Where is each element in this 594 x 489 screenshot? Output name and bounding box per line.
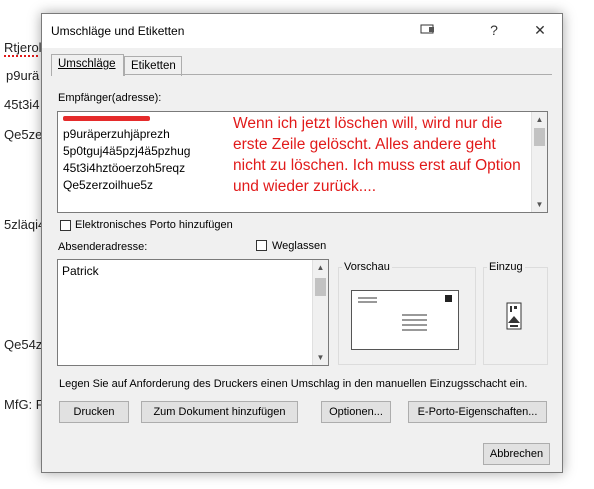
close-icon[interactable]: ✕ [531,22,549,40]
doc-line: 45t3i4 [4,97,40,112]
feed-group: Einzug [483,261,548,365]
options-button[interactable]: Optionen... [321,401,391,423]
preview-group: Vorschau [338,261,476,365]
recipient-line: p9uräperzuhjäprezh [63,127,170,141]
title-bar: Umschläge und Etiketten ? ✕ [42,14,562,48]
tab-labels[interactable]: Etiketten [124,56,182,76]
spellcheck-underline [4,55,38,57]
sender-scrollbar[interactable]: ▲ ▼ [312,260,328,365]
doc-line: 5zläqi4 [4,217,46,232]
recipient-line: 45t3i4hztöoerzoh5reqz [63,161,186,175]
cancel-button[interactable]: Abbrechen [483,443,550,465]
tab-labels-label: Etiketten [131,60,176,72]
scroll-up-icon[interactable]: ▲ [532,112,547,127]
doc-line: Qe5ze [4,127,43,142]
omit-checkbox[interactable] [256,240,267,251]
feed-icon[interactable] [503,302,527,336]
doc-line: Rtjerol [4,40,42,55]
recipient-address-field[interactable]: p9uräperzuhjäprezh 5p0tguj4ä5pzj4ä5pzhug… [57,111,548,213]
dialog-title: Umschläge und Etiketten [51,24,185,38]
tab-panel-border [51,74,552,75]
sender-address-text: Patrick [62,264,99,278]
tab-envelopes[interactable]: Umschläge [51,54,124,76]
doc-line: Qe54z [4,337,43,352]
print-button[interactable]: Drucken [59,401,129,423]
tab-envelopes-label: Umschläge [58,58,116,70]
help-icon[interactable]: ? [485,22,503,40]
recipient-scrollbar[interactable]: ▲ ▼ [531,112,547,212]
envelope-preview[interactable] [351,290,459,350]
info-text: Legen Sie auf Anforderung des Druckers e… [59,378,528,390]
window-mode-icon[interactable] [419,22,437,40]
recipient-address-text: p9uräperzuhjäprezh 5p0tguj4ä5pzj4ä5pzhug… [63,126,190,194]
envelopes-dialog: Umschläge und Etiketten ? ✕ Umschläge Et… [41,13,563,473]
scroll-down-icon[interactable]: ▼ [313,350,328,365]
recipient-label: Empfänger(adresse): [58,92,162,104]
eporto-checkbox-label: Elektronisches Porto hinzufügen [75,219,233,231]
scroll-thumb[interactable] [315,278,326,296]
scroll-thumb[interactable] [534,128,545,146]
doc-line: MfG: F [4,397,44,412]
recipient-line: Qe5zerzoilhue5z [63,178,154,192]
eporto-checkbox[interactable] [60,220,71,231]
scroll-up-icon[interactable]: ▲ [313,260,328,275]
sender-address-field[interactable]: Patrick ▲ ▼ [57,259,329,366]
add-to-document-button[interactable]: Zum Dokument hinzufügen [141,401,298,423]
scroll-down-icon[interactable]: ▼ [532,197,547,212]
recipient-line: 5p0tguj4ä5pzj4ä5pzhug [63,144,191,158]
doc-line: p9urä [6,68,40,83]
feed-label: Einzug [487,261,525,273]
eporto-properties-button[interactable]: E-Porto-Eigenschaften... [408,401,547,423]
omit-label: Weglassen [272,240,327,252]
redaction-mark [63,116,150,121]
sender-label: Absenderadresse: [58,241,148,253]
preview-label: Vorschau [342,261,392,273]
annotation-text: Wenn ich jetzt löschen will, wird nur di… [233,115,521,195]
